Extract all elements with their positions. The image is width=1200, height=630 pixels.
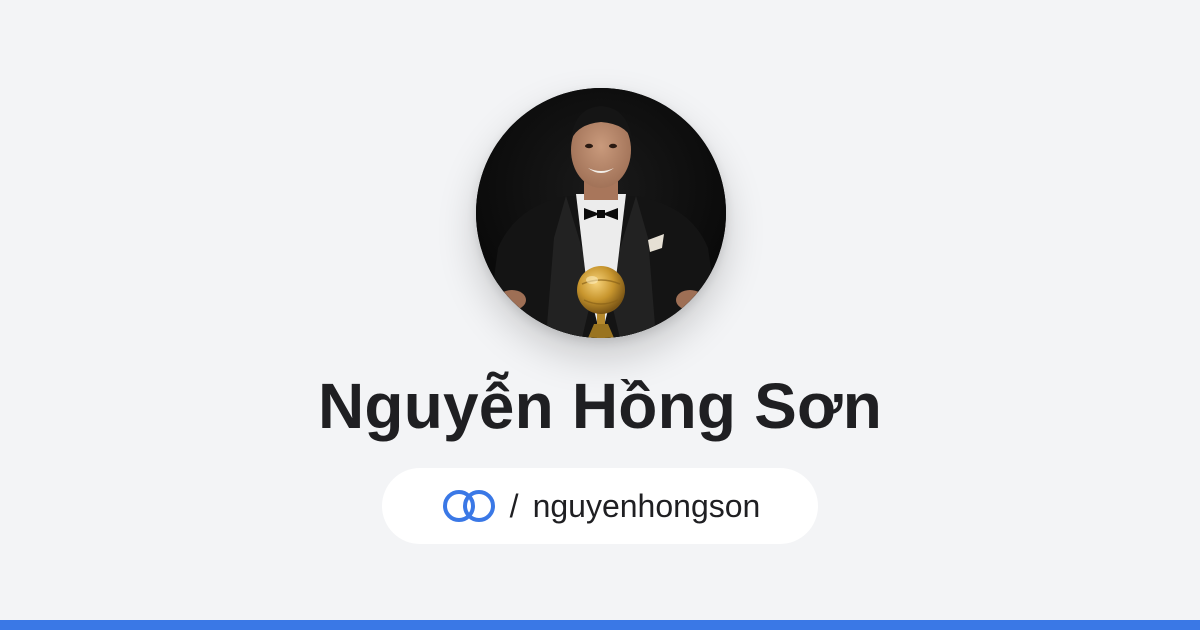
profile-name: Nguyễn Hồng Sơn: [317, 370, 883, 442]
profile-handle: nguyenhongson: [532, 488, 761, 524]
accent-bar: [0, 620, 1200, 630]
handle-separator: /: [509, 488, 519, 524]
profile-card: Nguyễn Hồng Sơn / nguyenhongson: [0, 0, 1200, 630]
profile-link-pill[interactable]: / nguyenhongson: [382, 468, 818, 544]
linked-rings-logo-icon: [442, 490, 495, 522]
profile-photo: [476, 88, 726, 338]
avatar: [476, 88, 726, 338]
